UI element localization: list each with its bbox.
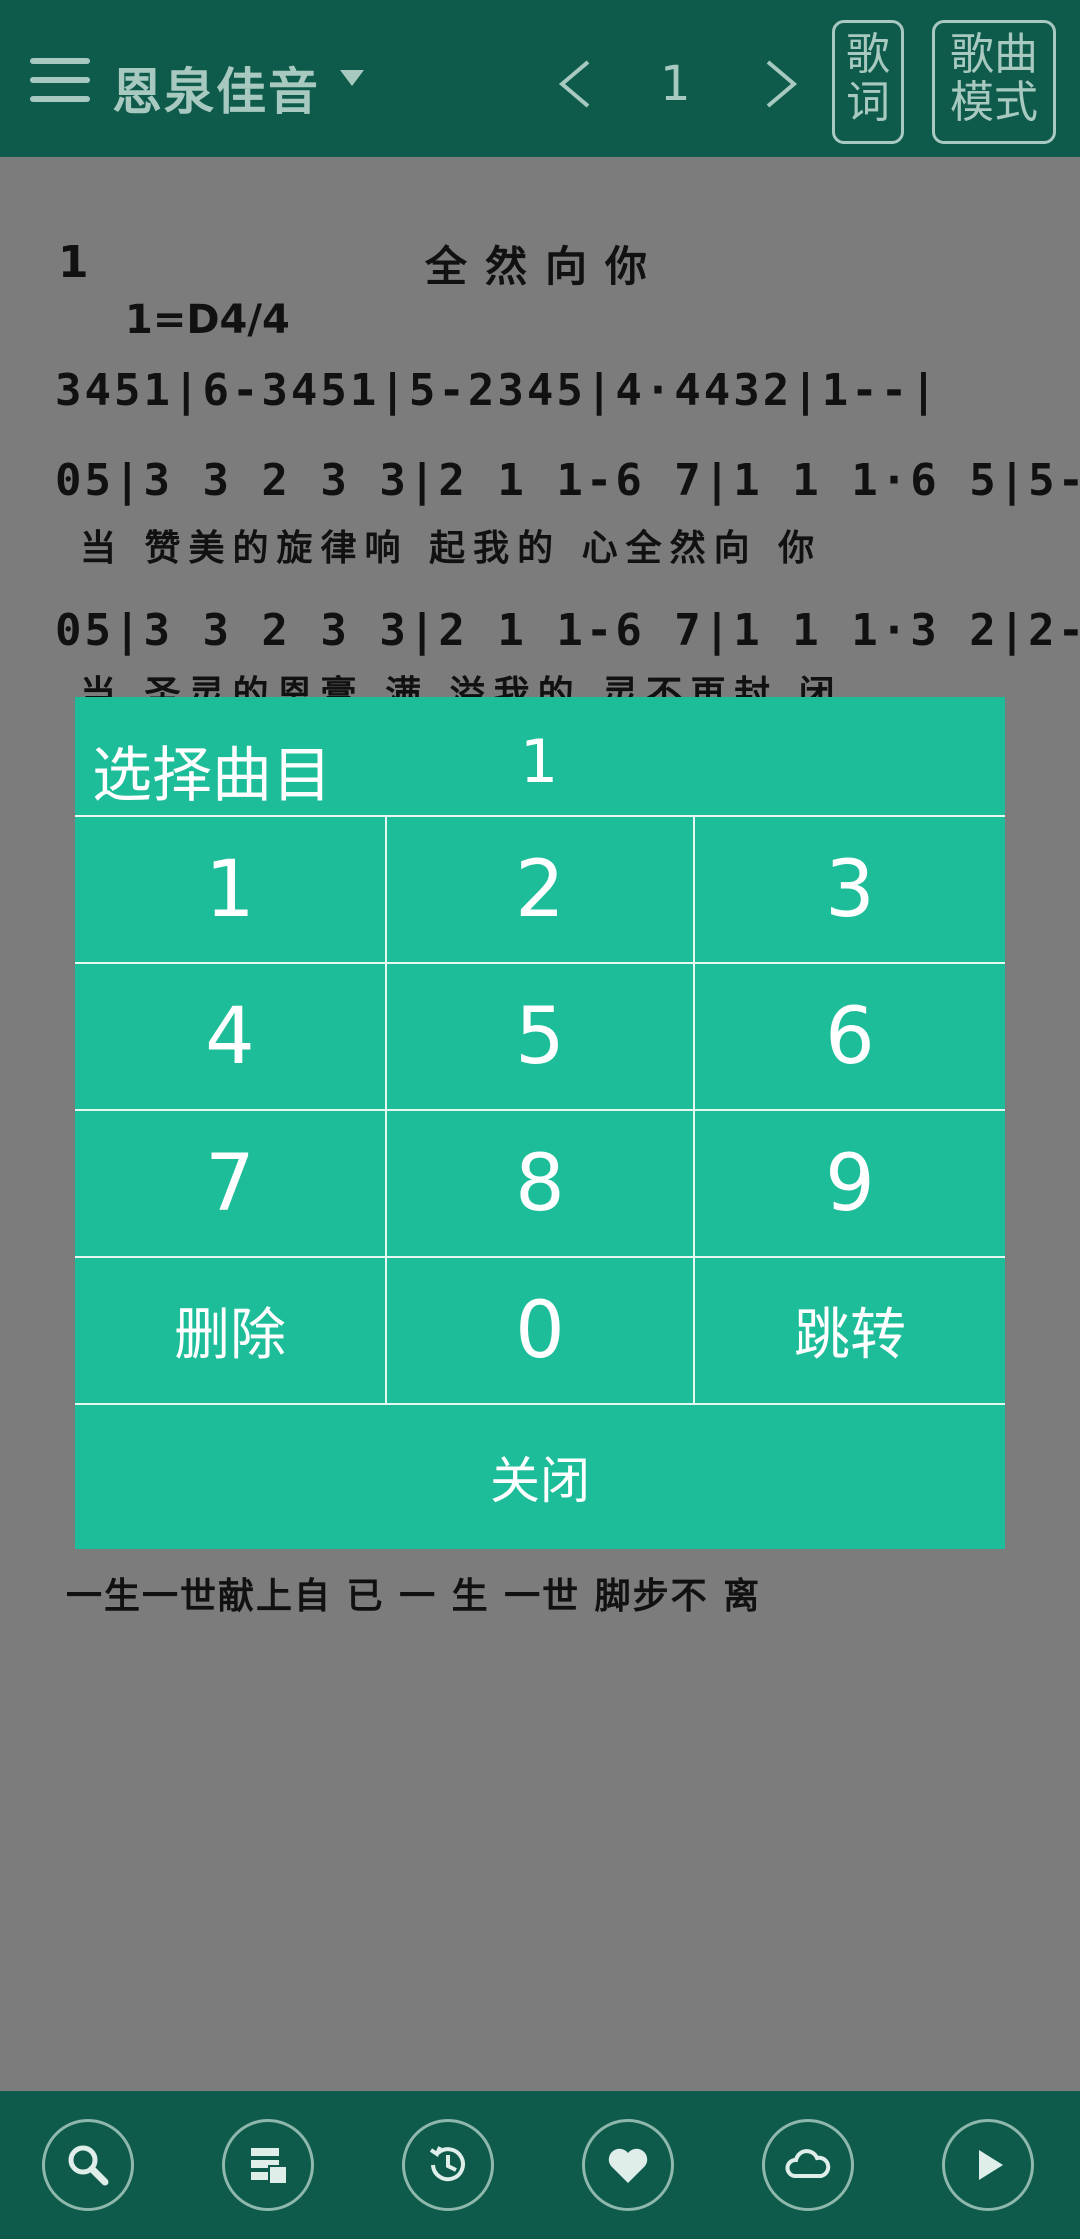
lyrics-button-line1: 歌 [846, 29, 890, 80]
song-mode-line1: 歌曲 [950, 29, 1038, 80]
keypad-row: 1 2 3 [75, 815, 1005, 962]
song-mode-line2: 模式 [950, 77, 1038, 128]
keypad-row: 4 5 6 [75, 962, 1005, 1109]
key-2-button[interactable]: 2 [387, 815, 695, 962]
cloud-icon [785, 2149, 831, 2178]
cloud-button[interactable] [762, 2119, 854, 2211]
lyrics-line-2: 当 赞美的旋律响 起我的 心全然向 你 [80, 528, 823, 569]
jump-button[interactable]: 跳转 [695, 1256, 1005, 1403]
bottom-toolbar [0, 2091, 1080, 2239]
lyrics-button[interactable]: 歌 词 [832, 20, 904, 144]
history-button[interactable] [402, 2119, 494, 2211]
dialog-header: 选择曲目 1 [75, 697, 1005, 815]
song-mode-button[interactable]: 歌曲 模式 [932, 20, 1056, 144]
song-number: 1 [58, 237, 89, 288]
notation-line-1: 3451|6-3451|5-2345|4·4432|1--| [55, 365, 940, 416]
key-1-button[interactable]: 1 [75, 815, 387, 962]
play-icon [979, 2150, 1003, 2180]
next-page-icon[interactable] [760, 58, 800, 110]
app-title[interactable]: 恩泉佳音 [112, 52, 320, 124]
song-title: 全然向你 [425, 242, 666, 291]
menu-icon[interactable] [30, 58, 90, 102]
search-icon [68, 2145, 109, 2186]
key-5-button[interactable]: 5 [387, 962, 695, 1109]
number-keypad: 1 2 3 4 5 6 7 8 9 删除 0 跳转 [75, 815, 1005, 1403]
close-button[interactable]: 关闭 [75, 1403, 1005, 1549]
list-icon [251, 2148, 288, 2185]
delete-button[interactable]: 删除 [75, 1256, 387, 1403]
search-button[interactable] [42, 2119, 134, 2211]
notation-line-3: 05|3 3 2 3 3|2 1 1-6 7|1 1 1·3 2|2--| [55, 605, 1080, 656]
keypad-row: 7 8 9 [75, 1109, 1005, 1256]
select-song-dialog: 选择曲目 1 1 2 3 4 5 6 7 8 9 删除 0 跳转 关闭 [75, 697, 1005, 1549]
lyrics-button-line2: 词 [846, 77, 890, 128]
song-key: 1=D4/4 [125, 297, 290, 343]
top-bar: 恩泉佳音 1 歌 词 歌曲 模式 [0, 0, 1080, 157]
previous-page-icon[interactable] [556, 58, 596, 110]
history-icon [429, 2146, 465, 2182]
page-number: 1 [660, 56, 691, 112]
song-list-button[interactable] [222, 2119, 314, 2211]
key-7-button[interactable]: 7 [75, 1109, 387, 1256]
key-3-button[interactable]: 3 [695, 815, 1005, 962]
key-8-button[interactable]: 8 [387, 1109, 695, 1256]
key-4-button[interactable]: 4 [75, 962, 387, 1109]
key-6-button[interactable]: 6 [695, 962, 1005, 1109]
heart-icon [608, 2148, 648, 2183]
favorites-button[interactable] [582, 2119, 674, 2211]
key-0-button[interactable]: 0 [387, 1256, 695, 1403]
keypad-row: 删除 0 跳转 [75, 1256, 1005, 1403]
dialog-title: 选择曲目 [92, 741, 332, 811]
dropdown-caret-icon[interactable] [340, 70, 364, 86]
play-button[interactable] [942, 2119, 1034, 2211]
bottom-lyrics: 一生一世献上自 已 一 生 一世 脚步不 离 [66, 1576, 762, 1617]
selected-number-display: 1 [520, 727, 559, 797]
key-9-button[interactable]: 9 [695, 1109, 1005, 1256]
notation-line-2: 05|3 3 2 3 3|2 1 1-6 7|1 1 1·6 5|5-- [55, 455, 1080, 506]
